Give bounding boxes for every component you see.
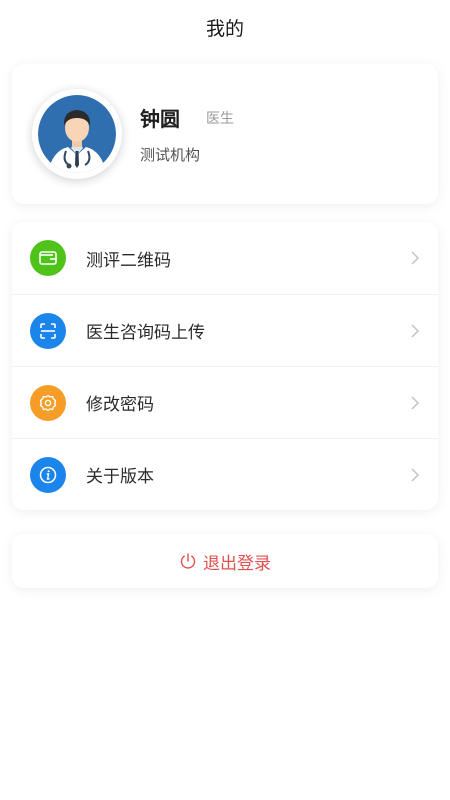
scan-icon (30, 312, 66, 349)
chevron-right-icon (411, 323, 420, 338)
profile-info: 钟圆 医生 测试机构 (140, 103, 234, 165)
logout-button[interactable]: 退出登录 (12, 534, 438, 588)
app-root: 我的 钟圆 医生 测试机构 测评二维码 医生咨询码上传 修改密码 关于版本 退出… (0, 0, 450, 800)
menu-item-consult-upload[interactable]: 医生咨询码上传 (12, 294, 438, 366)
chevron-right-icon (411, 395, 420, 410)
page-title: 我的 (205, 17, 244, 40)
menu-item-label: 关于版本 (86, 467, 154, 487)
menu-item-label: 医生咨询码上传 (86, 323, 205, 343)
avatar[interactable] (32, 89, 122, 179)
menu-item-label: 测评二维码 (86, 250, 171, 271)
menu-item-change-password[interactable]: 修改密码 (12, 366, 438, 438)
logout-label: 退出登录 (203, 553, 271, 574)
menu-item-label: 修改密码 (86, 395, 154, 415)
doctor-avatar-icon (38, 95, 116, 173)
menu-card: 测评二维码 医生咨询码上传 修改密码 关于版本 (12, 222, 438, 510)
profile-organization: 测试机构 (140, 146, 201, 164)
profile-role: 医生 (206, 110, 234, 127)
info-icon (30, 456, 66, 493)
chevron-right-icon (411, 251, 420, 265)
nav-bar: 我的 (0, 0, 450, 54)
gear-icon (30, 384, 66, 421)
wallet-icon (30, 240, 66, 276)
chevron-right-icon (411, 467, 420, 482)
power-icon (180, 553, 196, 569)
profile-card[interactable]: 钟圆 医生 测试机构 (12, 64, 438, 204)
menu-item-qrcode[interactable]: 测评二维码 (12, 222, 438, 294)
name-row: 钟圆 医生 (140, 103, 234, 132)
profile-name: 钟圆 (140, 107, 180, 131)
menu-item-about-version[interactable]: 关于版本 (12, 438, 438, 510)
